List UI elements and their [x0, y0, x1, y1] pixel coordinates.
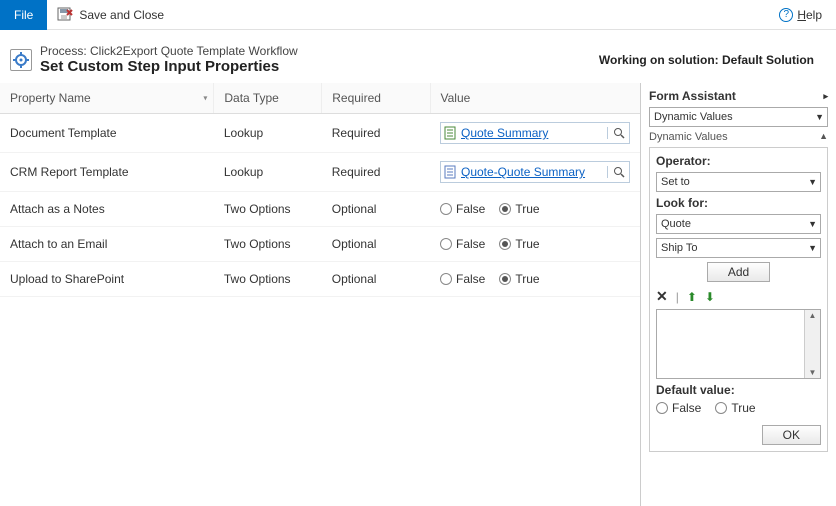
- radio-label: True: [515, 237, 539, 251]
- required-cell: Optional: [322, 192, 430, 227]
- form-assistant-title: Form Assistant: [649, 89, 736, 103]
- radio-label: True: [515, 202, 539, 216]
- required-cell: Required: [322, 153, 430, 192]
- true-radio[interactable]: True: [499, 272, 539, 286]
- table-row: Attach to an EmailTwo OptionsOptionalFal…: [0, 227, 640, 262]
- radio-label: False: [456, 202, 485, 216]
- true-radio[interactable]: True: [499, 237, 539, 251]
- chevron-down-icon: ▼: [808, 243, 817, 253]
- lookup-field[interactable]: Quote-Quote Summary: [440, 161, 630, 183]
- separator: |: [676, 290, 679, 304]
- file-menu[interactable]: File: [0, 0, 47, 30]
- ok-button[interactable]: OK: [762, 425, 821, 445]
- form-assistant-panel: Form Assistant ▸ Dynamic Values▼ Dynamic…: [640, 83, 836, 506]
- lookup-search-icon[interactable]: [607, 127, 629, 139]
- working-solution-label: Working on solution: Default Solution: [599, 53, 826, 67]
- default-true-radio[interactable]: True: [715, 401, 755, 415]
- look-for-attribute-select[interactable]: Ship To▼: [656, 238, 821, 258]
- required-cell: Optional: [322, 227, 430, 262]
- move-up-icon[interactable]: ⬆: [687, 290, 697, 304]
- lookup-search-icon[interactable]: [607, 166, 629, 178]
- process-name: Process: Click2Export Quote Template Wor…: [40, 44, 591, 58]
- table-row: Document TemplateLookupRequired Quote Sum…: [0, 114, 640, 153]
- col-data-type[interactable]: Data Type: [214, 83, 322, 114]
- scroll-up-icon[interactable]: ▲: [809, 311, 817, 320]
- col-required[interactable]: Required: [322, 83, 430, 114]
- data-type-cell: Two Options: [214, 227, 322, 262]
- lookup-field[interactable]: Quote Summary: [440, 122, 630, 144]
- data-type-cell: Lookup: [214, 114, 322, 153]
- look-for-entity-select[interactable]: Quote▼: [656, 214, 821, 234]
- property-name-cell: Upload to SharePoint: [0, 262, 214, 297]
- page-title: Set Custom Step Input Properties: [40, 58, 591, 75]
- value-cell: Quote-Quote Summary: [430, 153, 640, 192]
- dynamic-values-section: Dynamic Values: [649, 131, 728, 143]
- required-cell: Optional: [322, 262, 430, 297]
- value-cell: False True: [430, 227, 640, 262]
- chevron-down-icon: ▼: [815, 112, 824, 122]
- data-type-cell: Lookup: [214, 153, 322, 192]
- default-false-radio[interactable]: False: [656, 401, 701, 415]
- false-radio[interactable]: False: [440, 272, 485, 286]
- data-type-cell: Two Options: [214, 192, 322, 227]
- col-property-name[interactable]: Property Name▾: [0, 83, 214, 114]
- table-row: Attach as a NotesTwo OptionsOptionalFals…: [0, 192, 640, 227]
- add-button[interactable]: Add: [707, 262, 770, 282]
- delete-icon[interactable]: ✕: [656, 288, 668, 305]
- property-name-cell: CRM Report Template: [0, 153, 214, 192]
- help-link[interactable]: ? HHelpelp: [765, 8, 836, 22]
- form-assistant-collapse-icon[interactable]: ▸: [823, 91, 828, 102]
- radio-label: False: [456, 237, 485, 251]
- lookup-value-link[interactable]: Quote-Quote Summary: [459, 165, 607, 179]
- radio-icon: [440, 203, 452, 215]
- sort-indicator-icon: ▾: [203, 94, 207, 103]
- selected-values-list[interactable]: ▲ ▼: [656, 309, 821, 379]
- true-radio[interactable]: True: [499, 202, 539, 216]
- look-for-label: Look for:: [656, 196, 821, 210]
- table-row: CRM Report TemplateLookupRequired Quote-Q…: [0, 153, 640, 192]
- help-icon: ?: [779, 8, 793, 22]
- radio-icon: [499, 238, 511, 250]
- default-value-label: Default value:: [656, 383, 821, 397]
- radio-icon: [440, 273, 452, 285]
- required-cell: Required: [322, 114, 430, 153]
- col-value[interactable]: Value: [430, 83, 640, 114]
- chevron-down-icon: ▼: [808, 219, 817, 229]
- save-and-close-button[interactable]: Save and Close: [47, 0, 174, 30]
- radio-icon: [440, 238, 452, 250]
- false-radio[interactable]: False: [440, 237, 485, 251]
- save-close-icon: [57, 7, 73, 23]
- radio-label: False: [456, 272, 485, 286]
- move-down-icon[interactable]: ⬇: [705, 290, 715, 304]
- radio-label: True: [515, 272, 539, 286]
- operator-select[interactable]: Set to▼: [656, 172, 821, 192]
- lookup-record-icon: [441, 126, 459, 140]
- help-label: HHelpelp: [797, 8, 822, 22]
- radio-icon: [499, 203, 511, 215]
- table-row: Upload to SharePointTwo OptionsOptionalF…: [0, 262, 640, 297]
- false-radio[interactable]: False: [440, 202, 485, 216]
- scroll-down-icon[interactable]: ▼: [809, 368, 817, 377]
- dynamic-values-section-collapse-icon[interactable]: ▲: [819, 131, 828, 143]
- property-name-cell: Attach as a Notes: [0, 192, 214, 227]
- data-type-cell: Two Options: [214, 262, 322, 297]
- value-cell: False True: [430, 262, 640, 297]
- value-cell: False True: [430, 192, 640, 227]
- lookup-record-icon: [441, 165, 459, 179]
- value-cell: Quote Summary: [430, 114, 640, 153]
- lookup-value-link[interactable]: Quote Summary: [459, 126, 607, 140]
- operator-label: Operator:: [656, 154, 821, 168]
- radio-icon: [499, 273, 511, 285]
- property-name-cell: Document Template: [0, 114, 214, 153]
- chevron-down-icon: ▼: [808, 177, 817, 187]
- save-and-close-label: Save and Close: [79, 8, 164, 22]
- process-gear-icon: [10, 49, 32, 71]
- property-name-cell: Attach to an Email: [0, 227, 214, 262]
- dynamic-values-dropdown[interactable]: Dynamic Values▼: [649, 107, 828, 127]
- properties-table: Property Name▾ Data Type Required Value …: [0, 83, 640, 297]
- scrollbar[interactable]: ▲ ▼: [804, 310, 820, 378]
